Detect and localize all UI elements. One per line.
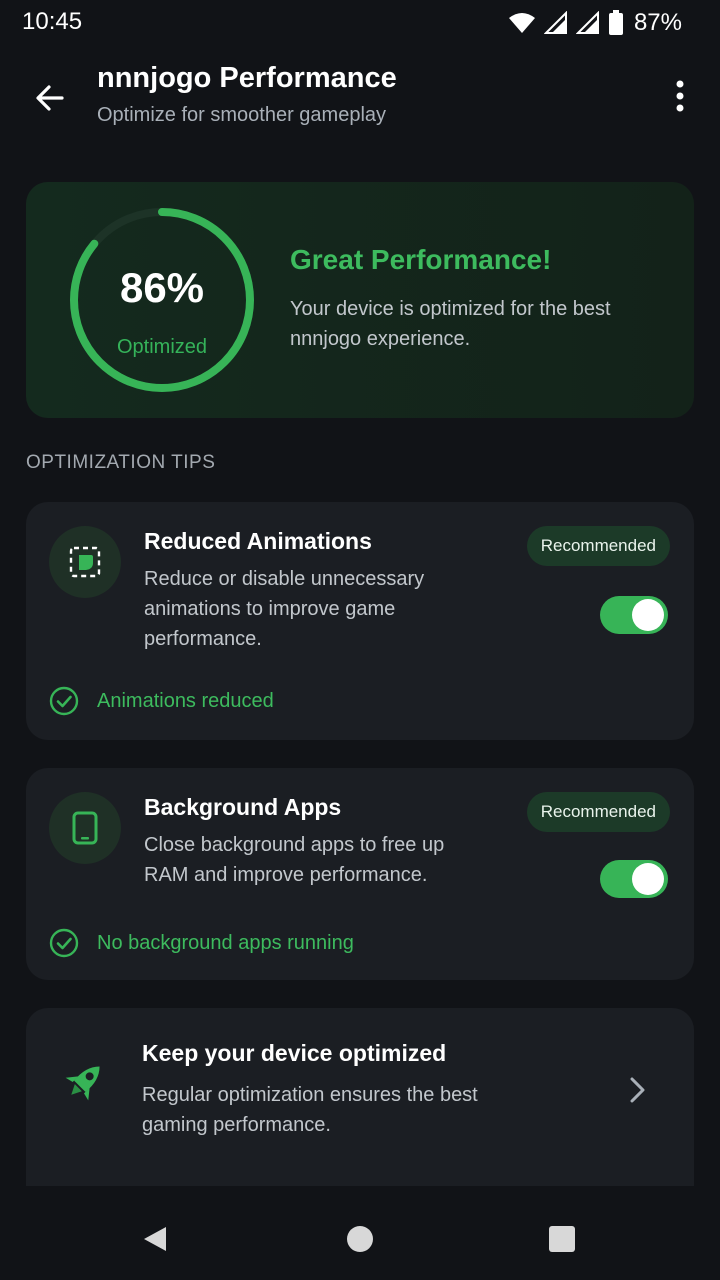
tip-title: Reduced Animations [144,528,372,554]
status-time: 10:45 [22,8,83,35]
recommended-badge: Recommended [526,526,670,566]
back-button[interactable] [30,78,70,118]
score-title: Great Performance! [290,244,552,275]
check-circle-icon [49,928,79,958]
page-subtitle: Optimize for smoother gameplay [97,104,387,126]
promo-description: Regular optimization ensures the best ga… [142,1084,478,1136]
status-icons: 87% [508,9,682,37]
system-nav-bar [0,1186,720,1280]
background-apps-toggle[interactable] [600,860,668,898]
tip-status: Animations reduced [49,686,274,716]
recommended-badge: Recommended [526,792,670,832]
keep-optimized-card[interactable]: Keep your device optimized Regular optim… [26,1008,694,1186]
wifi-icon [508,13,535,33]
tip-status: No background apps running [49,928,354,958]
circle-home-icon [347,1226,373,1252]
more-options-button[interactable] [666,76,694,116]
more-vert-icon [676,80,684,112]
toggle-knob [632,863,664,895]
animation-icon-wrap [49,526,121,598]
performance-score-card: 86% Optimized Great Performance! Your de… [26,182,694,418]
app-bar: nnnjogo Performance Optimize for smoothe… [0,56,720,136]
signal-icon [543,11,567,34]
triangle-back-icon [144,1227,166,1251]
nav-recents-button[interactable] [547,1224,577,1254]
tip-card-background-apps: Background Apps Close background apps to… [26,768,694,980]
signal-icon-2 [575,11,599,34]
battery-icon [608,10,623,35]
nav-home-button[interactable] [345,1224,375,1254]
tip-card-animations: Reduced Animations Reduce or disable unn… [26,502,694,740]
chevron-right-icon [630,1077,645,1103]
phone-icon [72,811,98,845]
score-label: Optimized [116,336,208,358]
check-circle-icon [49,686,79,716]
tip-description: Close background apps to free up RAM and… [144,834,445,886]
rocket-icon [65,1066,100,1101]
tip-title: Background Apps [144,794,342,820]
page-title: nnnjogo Performance [97,62,397,94]
square-recents-icon [549,1226,575,1252]
promo-title: Keep your device optimized [142,1040,447,1066]
tip-description: Reduce or disable unnecessary animations… [144,568,425,650]
tip-status-text: Animations reduced [97,689,274,712]
arrow-left-icon [36,85,64,111]
battery-percent: 87% [633,9,682,36]
score-ring: 86% Optimized [66,204,258,396]
status-bar: 10:45 87% [0,0,720,44]
score-percent: 86% [119,264,205,311]
score-description: Your device is optimized for the best nn… [290,298,611,350]
animation-icon [69,546,101,578]
nav-back-button[interactable] [140,1224,170,1254]
section-label: OPTIMIZATION TIPS [26,452,216,473]
tip-status-text: No background apps running [97,931,354,954]
toggle-knob [632,599,664,631]
phone-icon-wrap [49,792,121,864]
animations-toggle[interactable] [600,596,668,634]
